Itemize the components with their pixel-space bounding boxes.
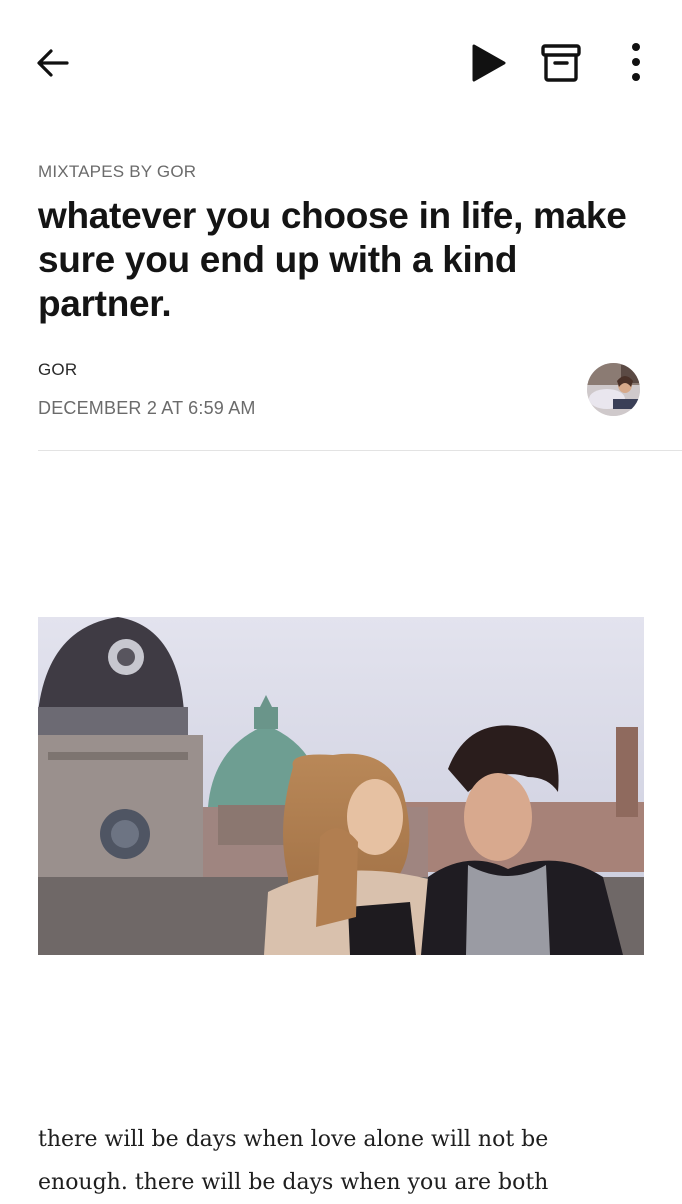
more-options-icon[interactable] <box>624 40 648 86</box>
back-arrow-icon[interactable] <box>34 44 72 82</box>
post-title: whatever you choose in life, make sure y… <box>38 195 627 324</box>
post-date: DECEMBER 2 AT 6:59 AM <box>38 398 256 418</box>
author-avatar[interactable] <box>587 363 640 416</box>
body-line: there will be days when love alone will … <box>38 1127 549 1152</box>
play-icon[interactable] <box>468 42 508 84</box>
top-toolbar <box>0 0 682 125</box>
archive-icon[interactable] <box>540 42 582 84</box>
author-name[interactable]: GOR <box>38 360 77 380</box>
body-line: enough. there will be days when you are … <box>38 1170 549 1195</box>
post-photo[interactable] <box>38 617 644 955</box>
publication-name[interactable]: MIXTAPES BY GOR <box>38 162 196 182</box>
post-body: there will be days when love alone will … <box>38 1118 658 1204</box>
header-divider <box>38 450 682 451</box>
